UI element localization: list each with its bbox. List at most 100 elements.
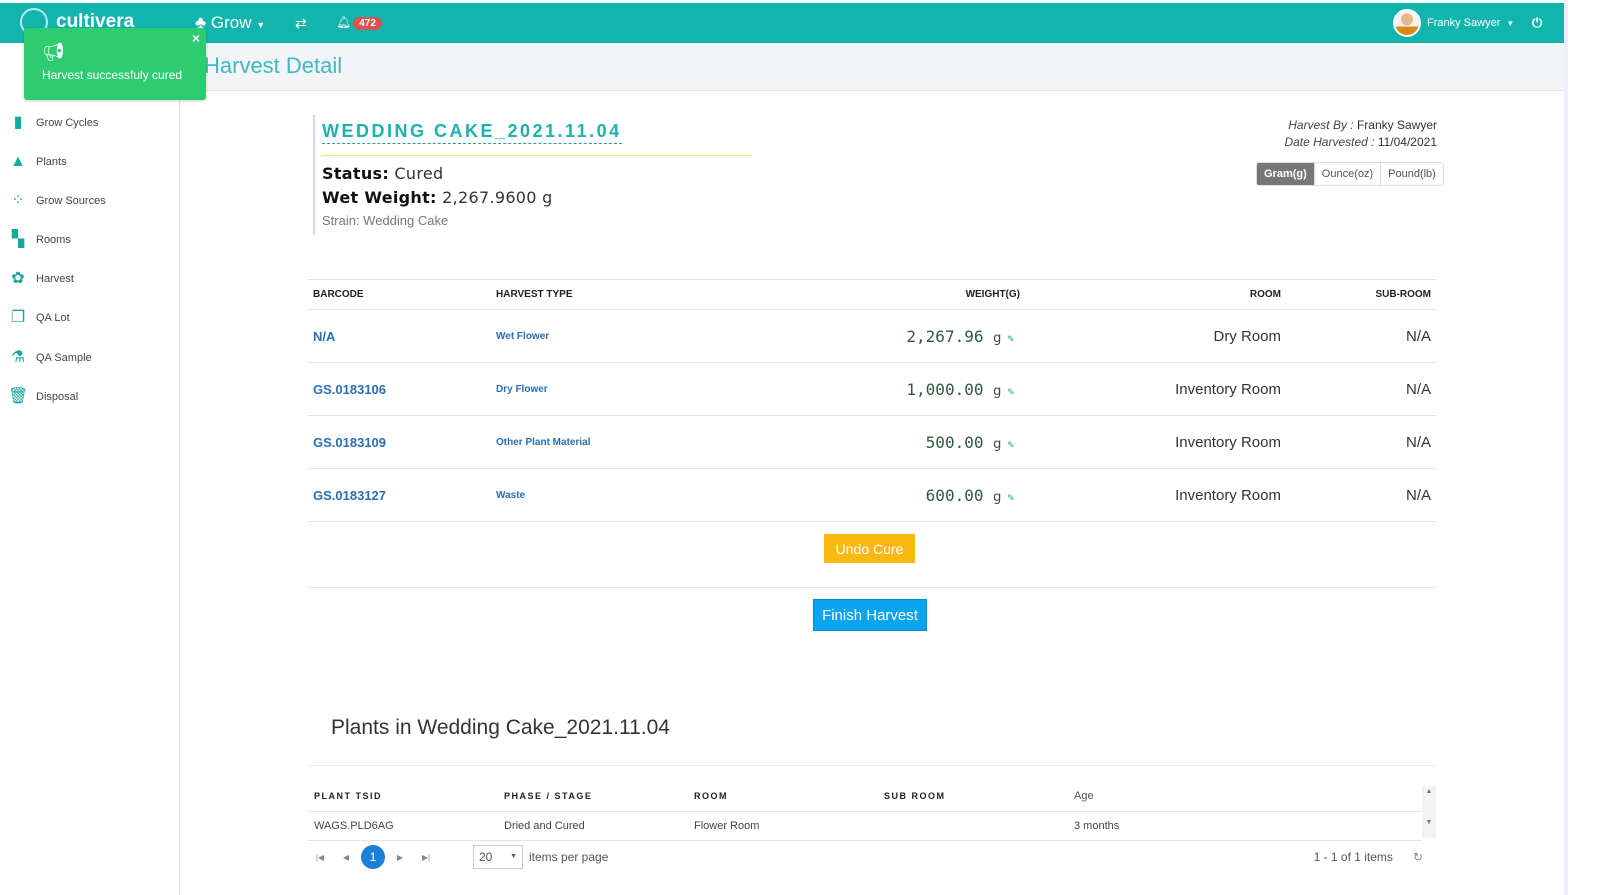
phase: Dried and Cured [497,811,687,841]
divider [307,765,1437,766]
last-page-icon[interactable]: ▶| [413,853,439,862]
status-label: Status: [322,164,390,183]
table-scrollbar[interactable]: ▲ ▼ [1422,786,1436,838]
sidebar-item-qa-sample[interactable]: ⚗ QA Sample [8,348,92,368]
col-header[interactable]: SUB ROOM [877,782,1067,812]
weight: 500.00 g ✎ [690,415,1020,469]
pencil-icon[interactable]: ✎ [1007,491,1014,504]
harvest-by-label: Harvest By : [1288,118,1354,132]
next-page-icon[interactable]: ▶ [387,853,413,862]
room: Inventory Room [1020,362,1287,416]
weight-value: 1,000.00 [906,379,984,399]
age: 3 months [1067,811,1422,841]
room: Dry Room [1020,309,1287,363]
sidebar-item-rooms[interactable]: ▚ Rooms [8,230,71,250]
barcode[interactable]: GS.0183109 [307,415,490,469]
room: Inventory Room [1020,468,1287,522]
sidebar-item-plants[interactable]: ▲ Plants [8,152,67,172]
sidebar-item-grow-cycles[interactable]: ▮ Grow Cycles [8,113,99,133]
sidebar-label: Plants [36,156,67,168]
items-count: 1 - 1 of 1 items [1313,850,1393,864]
barcode[interactable]: GS.0183127 [307,468,490,522]
undo-cure-button[interactable]: Undo Cure [824,534,915,563]
swap-icon[interactable]: ⇄ [295,15,307,32]
barcode[interactable]: N/A [307,309,490,363]
pencil-icon[interactable]: ✎ [1007,332,1014,345]
user-menu[interactable]: Franky Sawyer ▼ [1393,9,1514,37]
col-header[interactable]: Age [1067,782,1422,812]
finish-harvest-button[interactable]: Finish Harvest [813,599,927,631]
sidebar-label: Grow Sources [36,195,106,207]
harvest-items-table: BARCODE HARVEST TYPE WEIGHT(G) ROOM SUB-ROOM… [307,279,1437,522]
plants-section-title: Plants in Wedding Cake_2021.11.04 [331,716,670,739]
unit-ounce-button[interactable]: Ounce(oz) [1313,163,1380,185]
unit-pound-button[interactable]: Pound(lb) [1380,163,1443,185]
power-icon[interactable]: ⏻ [1532,15,1542,31]
caret-down-icon: ▼ [1506,18,1515,28]
sidebar-label: QA Lot [36,312,70,324]
page-size-value: 20 [479,850,493,864]
wet-weight-unit: g [542,188,553,207]
page-number[interactable]: 1 [361,845,385,869]
sidebar-item-grow-sources[interactable]: ⁘ Grow Sources [8,191,106,211]
pencil-icon[interactable]: ✎ [1007,385,1014,398]
divider [322,155,752,156]
sub-room [877,811,1067,841]
first-page-icon[interactable]: |◀ [307,853,333,862]
weight: 2,267.96 g ✎ [690,309,1020,363]
refresh-icon[interactable]: ↻ [1413,850,1423,864]
bell-icon: 🔔︎ [336,15,352,29]
weight: 1,000.00 g ✎ [690,362,1020,416]
megaphone-icon: 📢︎ [42,42,65,62]
module-label: Grow [210,13,252,32]
flower-icon: ✿ [11,270,25,287]
col-header: WEIGHT(G) [690,279,1020,310]
user-name: Franky Sawyer [1427,17,1501,29]
squares-icon: ❐ [10,309,26,326]
page-header: Harvest Detail [180,43,1568,91]
harvest-type[interactable]: Wet Flower [490,309,690,363]
table-row[interactable]: WAGS.PLD6AG Dried and Cured Flower Room 3 m… [307,811,1422,841]
wet-weight: Wet Weight: 2,267.9600 g [322,188,752,207]
pencil-icon[interactable]: ✎ [1007,438,1014,451]
weight: 600.00 g ✎ [690,468,1020,522]
weight-unit: g [993,489,1002,505]
plants-table: PLANT TSID PHASE / STAGE ROOM SUB ROOM Age W… [307,782,1422,841]
prev-page-icon[interactable]: ◀ [333,853,359,862]
harvest-name[interactable]: WEDDING CAKE_2021.11.04 [322,121,622,144]
harvest-type[interactable]: Waste [490,468,690,522]
notification-badge: 472 [353,17,382,30]
sub-room: N/A [1287,468,1437,522]
trash-icon: 🗑︎ [8,388,29,405]
col-header[interactable]: PHASE / STAGE [497,782,687,812]
sidebar-label: Harvest [36,273,74,285]
weight-value: 500.00 [925,432,984,452]
tree-icon: ▲ [10,153,26,170]
close-icon[interactable]: × [192,30,200,46]
col-header[interactable]: ROOM [687,782,877,812]
harvest-type[interactable]: Other Plant Material [490,415,690,469]
sub-room: N/A [1287,362,1437,416]
col-header: SUB-ROOM [1287,279,1437,310]
sub-room: N/A [1287,309,1437,363]
sidebar-item-disposal[interactable]: 🗑︎ Disposal [8,387,78,407]
table-row: GS.0183109 Other Plant Material 500.00 g ✎ I… [307,415,1437,469]
harvest-type[interactable]: Dry Flower [490,362,690,416]
page-size-select[interactable]: 20 ▼ [473,845,523,869]
barcode[interactable]: GS.0183106 [307,362,490,416]
status: Status: Cured [322,164,752,183]
flask-icon: ⚗ [10,349,26,366]
page-scrollbar[interactable] [1564,0,1568,895]
col-header[interactable]: PLANT TSID [307,782,497,812]
sidebar-item-qa-lot[interactable]: ❐ QA Lot [8,308,70,328]
status-value: Cured [394,164,444,183]
col-header: HARVEST TYPE [490,279,690,310]
sidebar: ▮ Grow Cycles ▲ Plants ⁘ Grow Sources ▚ Room… [0,43,180,895]
sub-room: N/A [1287,415,1437,469]
table-row: GS.0183127 Waste 600.00 g ✎ Inventory Room N/… [307,468,1437,522]
notifications-button[interactable]: 🔔︎ 472 [336,15,382,30]
room: Inventory Room [1020,415,1287,469]
unit-gram-button[interactable]: Gram(g) [1257,163,1314,185]
sidebar-item-harvest[interactable]: ✿ Harvest [8,269,74,289]
pagination: |◀ ◀ 1 ▶ ▶| 20 ▼ items per page 1 - 1 of … [307,843,1437,871]
